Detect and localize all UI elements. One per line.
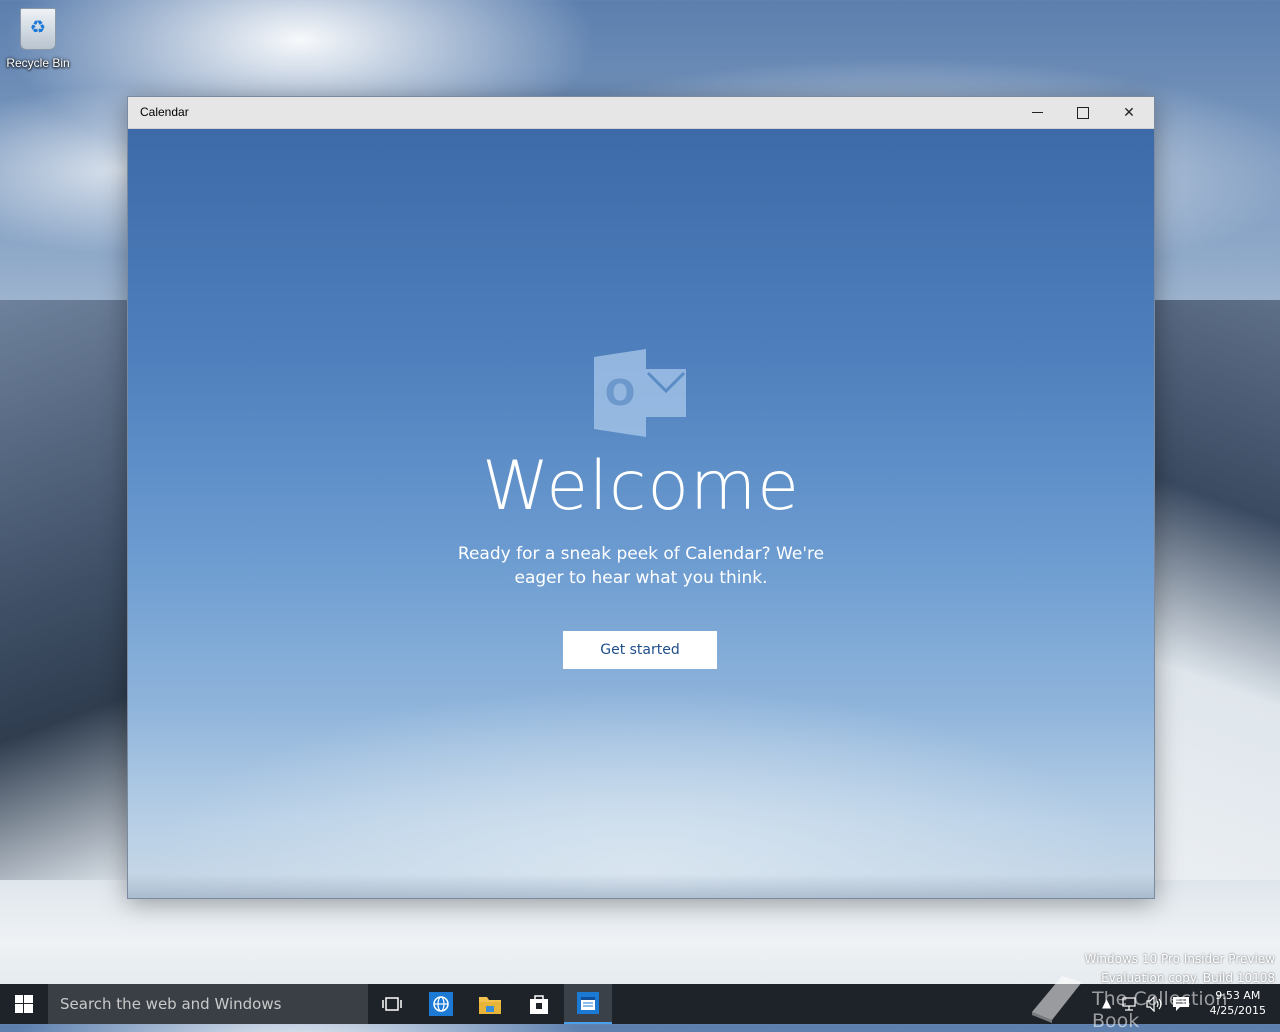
outlook-logo-letter: O	[605, 373, 636, 414]
windows-logo-icon	[15, 995, 33, 1013]
calendar-window: Calendar ✕ O Welcome Ready for a sneak p…	[127, 96, 1155, 899]
maximize-icon	[1077, 106, 1089, 119]
search-placeholder: Search the web and Windows	[60, 995, 282, 1013]
recycle-bin-shortcut[interactable]: Recycle Bin	[4, 8, 72, 70]
minimize-icon	[1031, 112, 1043, 113]
store-bag-icon	[530, 995, 548, 1014]
outlook-logo-icon: O	[594, 349, 686, 437]
globe-icon	[429, 992, 453, 1016]
maximize-button[interactable]	[1060, 97, 1106, 128]
close-button[interactable]: ✕	[1106, 97, 1152, 128]
get-started-button[interactable]: Get started	[563, 631, 717, 669]
start-button[interactable]	[0, 984, 48, 1024]
watermark-line-1: Windows 10 Pro Insider Preview	[1084, 952, 1275, 966]
task-view-icon	[382, 997, 402, 1011]
taskbar: Search the web and Windows ▲ 9:53 AM 4/2…	[0, 984, 1280, 1024]
taskbar-store[interactable]	[515, 984, 563, 1024]
welcome-heading: Welcome	[481, 447, 801, 526]
evaluation-watermark: Windows 10 Pro Insider Preview Evaluatio…	[1084, 950, 1275, 988]
book-watermark-icon	[1032, 976, 1082, 1023]
minimize-button[interactable]	[1014, 97, 1060, 128]
taskbar-file-explorer[interactable]	[466, 984, 514, 1024]
window-titlebar[interactable]: Calendar ✕	[128, 97, 1154, 129]
calendar-icon	[577, 992, 599, 1014]
search-box[interactable]: Search the web and Windows	[48, 984, 368, 1024]
recycle-bin-icon	[20, 8, 56, 50]
recycle-bin-label: Recycle Bin	[6, 56, 70, 70]
folder-icon	[479, 997, 501, 1014]
welcome-panel: O Welcome Ready for a sneak peek of Cale…	[128, 129, 1154, 898]
close-icon: ✕	[1123, 104, 1135, 121]
taskbar-internet-explorer[interactable]	[417, 984, 465, 1024]
window-title: Calendar	[140, 105, 189, 119]
welcome-subtitle: Ready for a sneak peek of Calendar? We'r…	[457, 544, 825, 588]
collection-book-watermark: The Collection Book	[1092, 988, 1228, 1032]
task-view-button[interactable]	[368, 984, 416, 1024]
taskbar-calendar[interactable]	[564, 984, 612, 1024]
panel-bottom-edge	[128, 874, 1154, 898]
